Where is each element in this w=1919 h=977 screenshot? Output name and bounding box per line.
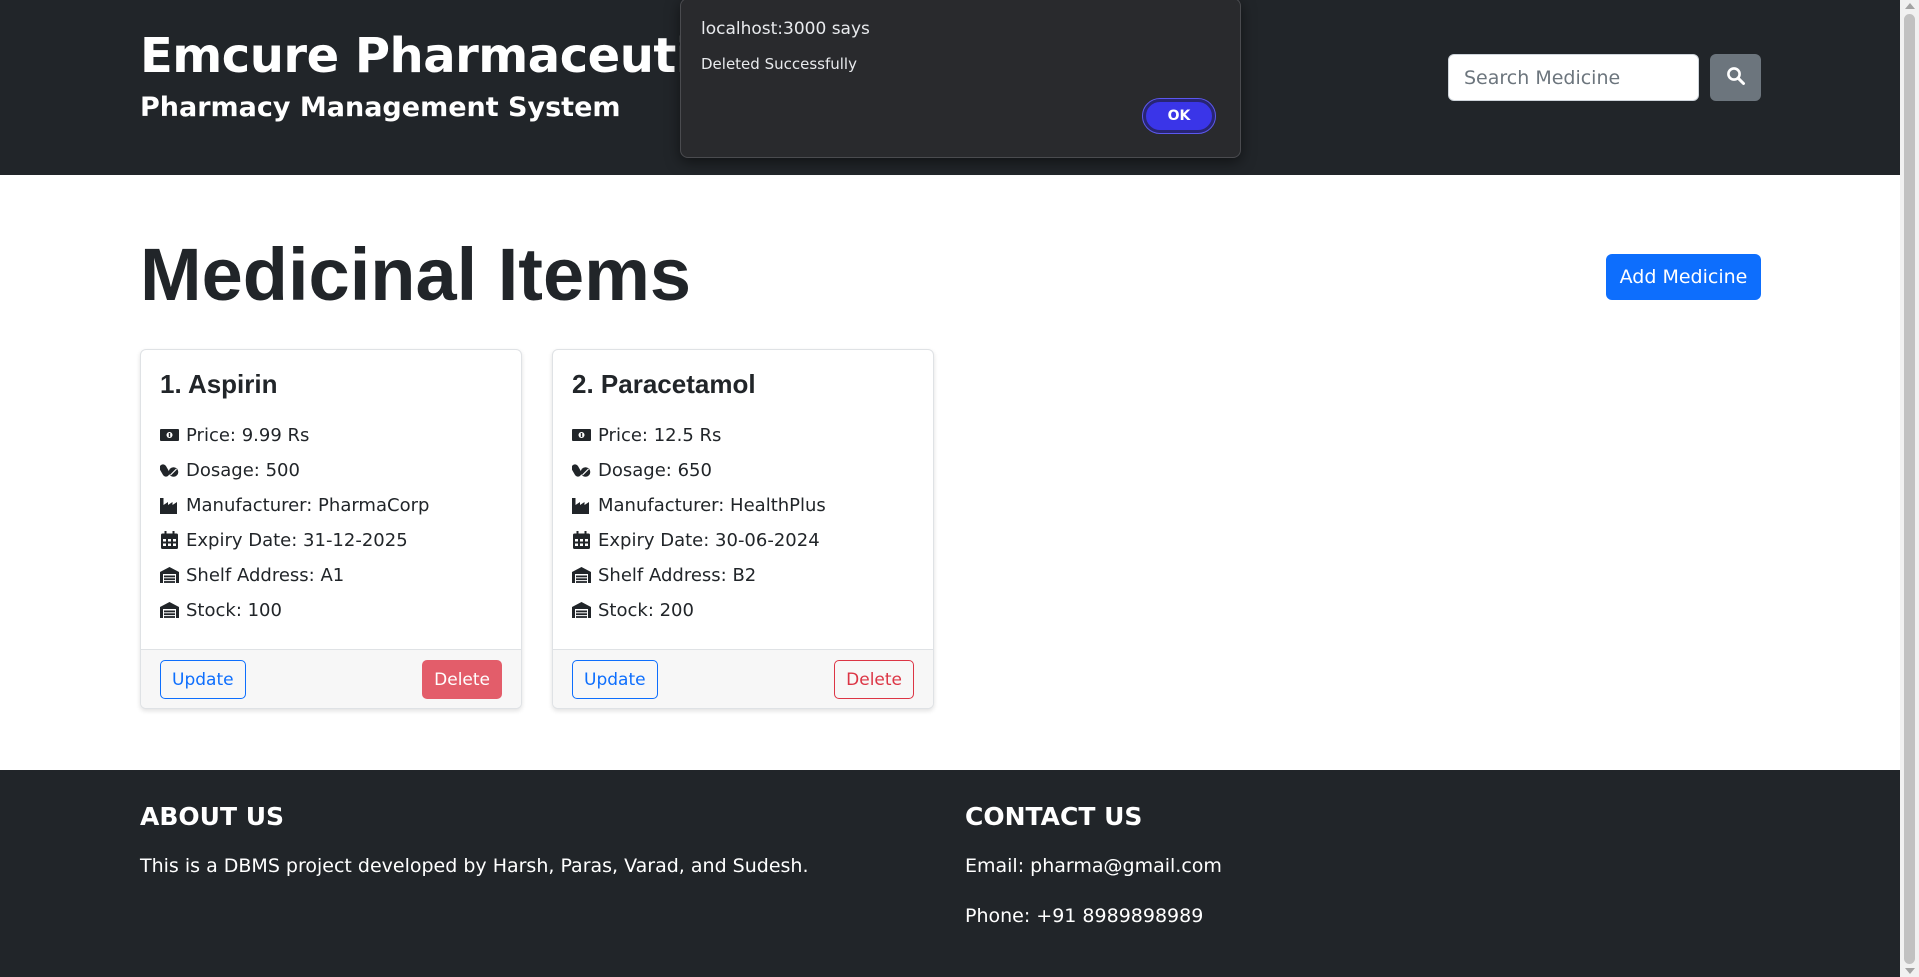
- alert-title: localhost:3000 says: [701, 19, 870, 39]
- search-button[interactable]: [1710, 54, 1761, 101]
- medicine-card: 2. Paracetamol Price: 12.5 Rs Dosage: 65…: [552, 349, 934, 709]
- card-footer: Update Delete: [141, 649, 521, 708]
- money-bill-icon: [160, 426, 179, 445]
- money-bill-icon: [572, 426, 591, 445]
- manufacturer-line: Manufacturer: HealthPlus: [572, 491, 826, 519]
- scrollbar-thumb[interactable]: [1904, 14, 1915, 964]
- add-medicine-button[interactable]: Add Medicine: [1606, 254, 1761, 300]
- alert-message: Deleted Successfully: [701, 55, 857, 73]
- stock-text: Stock: 200: [598, 599, 694, 621]
- price-text: Price: 9.99 Rs: [186, 424, 310, 446]
- shelf-line: Shelf Address: A1: [160, 561, 344, 589]
- search-input[interactable]: [1448, 54, 1699, 101]
- manufacturer-text: Manufacturer: PharmaCorp: [186, 494, 430, 516]
- dosage-text: Dosage: 500: [186, 459, 300, 481]
- industry-icon: [572, 496, 591, 515]
- search-icon: [1726, 66, 1746, 89]
- contact-email: Email: pharma@gmail.com: [965, 855, 1222, 877]
- price-line: Price: 9.99 Rs: [160, 421, 309, 449]
- pills-icon: [160, 461, 179, 480]
- vertical-scrollbar[interactable]: [1900, 0, 1919, 977]
- contact-phone: Phone: +91 8989898989: [965, 905, 1204, 927]
- alert-ok-button[interactable]: OK: [1142, 98, 1216, 134]
- brand-subtitle: Pharmacy Management System: [140, 92, 621, 123]
- card-title: 1. Aspirin: [160, 369, 278, 399]
- update-button[interactable]: Update: [160, 660, 246, 699]
- manufacturer-line: Manufacturer: PharmaCorp: [160, 491, 429, 519]
- warehouse-icon: [160, 601, 179, 620]
- card-title: 2. Paracetamol: [572, 369, 756, 399]
- calendar-icon: [160, 531, 179, 550]
- expiry-line: Expiry Date: 30-06-2024: [572, 526, 820, 554]
- browser-viewport: Emcure Pharmaceuticals Pharmacy Manageme…: [0, 0, 1900, 977]
- shelf-line: Shelf Address: B2: [572, 561, 756, 589]
- stock-line: Stock: 200: [572, 596, 694, 624]
- calendar-icon: [572, 531, 591, 550]
- update-button[interactable]: Update: [572, 660, 658, 699]
- site-footer: ABOUT US This is a DBMS project develope…: [0, 770, 1900, 977]
- expiry-text: Expiry Date: 30-06-2024: [598, 529, 820, 551]
- delete-button[interactable]: Delete: [834, 660, 914, 699]
- contact-heading: CONTACT US: [965, 802, 1143, 831]
- about-text: This is a DBMS project developed by Hars…: [140, 855, 809, 877]
- warehouse-icon: [572, 601, 591, 620]
- warehouse-icon: [160, 566, 179, 585]
- pills-icon: [572, 461, 591, 480]
- dosage-line: Dosage: 500: [160, 456, 300, 484]
- dosage-text: Dosage: 650: [598, 459, 712, 481]
- about-heading: ABOUT US: [140, 802, 285, 831]
- delete-button[interactable]: Delete: [422, 660, 502, 699]
- stock-line: Stock: 100: [160, 596, 282, 624]
- alert-dialog: localhost:3000 says Deleted Successfully…: [680, 0, 1241, 158]
- medicine-card: 1. Aspirin Price: 9.99 Rs Dosage: 500 Ma…: [140, 349, 522, 709]
- price-text: Price: 12.5 Rs: [598, 424, 722, 446]
- scroll-down-arrow-icon[interactable]: [1905, 968, 1915, 974]
- card-footer: Update Delete: [553, 649, 933, 708]
- dosage-line: Dosage: 650: [572, 456, 712, 484]
- expiry-text: Expiry Date: 31-12-2025: [186, 529, 408, 551]
- price-line: Price: 12.5 Rs: [572, 421, 721, 449]
- expiry-line: Expiry Date: 31-12-2025: [160, 526, 408, 554]
- shelf-text: Shelf Address: A1: [186, 564, 345, 586]
- shelf-text: Shelf Address: B2: [598, 564, 757, 586]
- industry-icon: [160, 496, 179, 515]
- scroll-up-arrow-icon[interactable]: [1905, 3, 1915, 9]
- page-title: Medicinal Items: [140, 233, 692, 316]
- stock-text: Stock: 100: [186, 599, 282, 621]
- warehouse-icon: [572, 566, 591, 585]
- manufacturer-text: Manufacturer: HealthPlus: [598, 494, 826, 516]
